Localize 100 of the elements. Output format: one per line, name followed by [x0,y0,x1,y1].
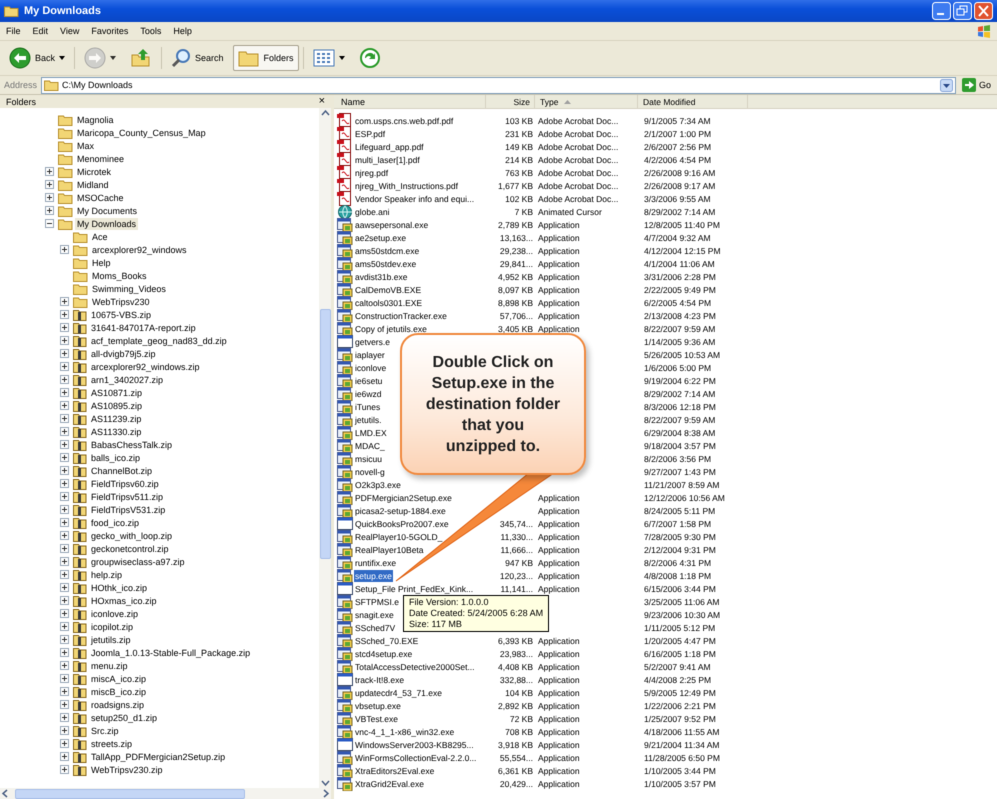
address-field[interactable]: C:\My Downloads [41,76,956,94]
tree-item[interactable]: Menominee [75,152,126,164]
expand-icon[interactable] [60,687,69,696]
tree-item[interactable]: HOthk_ico.zip [89,582,150,594]
file-name[interactable]: aawsepersonal.exe [354,218,430,230]
expand-icon[interactable] [60,713,69,722]
tree-item[interactable]: My Downloads [75,218,138,230]
column-header[interactable]: Name [337,95,486,108]
expand-icon[interactable] [60,414,69,423]
file-name[interactable]: vnc-4_1_1-x86_win32.exe [354,726,456,738]
tree-item[interactable]: 10675-VBS.zip [89,308,154,320]
tree-item[interactable]: MSOCache [75,192,126,204]
tree-item[interactable]: Moms_Books [90,270,149,282]
tree-item[interactable]: Max [75,140,96,152]
file-name[interactable]: caltools0301.EXE [354,296,424,308]
file-name[interactable]: multi_laser[1].pdf [354,154,421,166]
expand-icon[interactable] [60,531,69,540]
expand-icon[interactable] [60,466,69,475]
tree-item[interactable]: gecko_with_loop.zip [89,530,174,542]
file-name[interactable]: SSched7V [354,622,396,634]
tree-item[interactable]: BabasChessTalk.zip [89,438,174,450]
vertical-scrollbar[interactable] [319,108,331,788]
expand-icon[interactable] [60,726,69,735]
expand-icon[interactable] [60,674,69,683]
file-name[interactable]: getvers.e [354,336,391,348]
expand-icon[interactable] [60,401,69,410]
expand-icon[interactable] [60,297,69,306]
menu-item[interactable]: Edit [32,26,48,36]
file-name[interactable]: updatecdr4_53_71.exe [354,686,443,698]
file-name[interactable]: LMD.EX [354,426,388,438]
file-name[interactable]: TotalAccessDetective2000Set... [354,660,476,672]
tree-item[interactable]: Maricopa_County_Census_Map [75,126,208,138]
tree-item[interactable]: HOxmas_ico.zip [89,594,159,606]
expand-icon[interactable] [60,362,69,371]
expand-icon[interactable] [60,583,69,592]
tree-item[interactable]: food_ico.zip [89,516,142,528]
file-name[interactable]: picasa2-setup-1884.exe [354,504,447,516]
expand-icon[interactable] [45,180,54,189]
tree-item[interactable]: 31641-847017A-report.zip [89,322,198,334]
file-name[interactable]: ie6wzd [354,388,382,400]
file-name[interactable]: iTunes [354,400,382,412]
tree-item[interactable]: arcexplorer92_windows [90,244,189,256]
expand-icon[interactable] [60,544,69,553]
file-name[interactable]: XtraEditors2Eval.exe [354,764,436,776]
expand-icon[interactable] [60,323,69,332]
file-name[interactable]: ESP.pdf [354,128,386,140]
file-name[interactable]: track-It!8.exe [354,674,406,686]
expand-icon[interactable] [60,661,69,670]
file-name[interactable]: QuickBooksPro2007.exe [354,518,450,530]
file-name[interactable]: ie6setu [354,374,384,386]
file-name[interactable]: runtifix.exe [354,556,398,568]
tree-item[interactable]: AS11239.zip [89,412,144,424]
tree-item[interactable]: arn1_3402027.zip [89,374,166,386]
file-name[interactable]: ams50stdcm.exe [354,244,420,256]
file-name[interactable]: ConstructionTracker.exe [354,310,448,322]
file-name[interactable]: Copy of jetutils.exe [354,322,428,334]
expand-icon[interactable] [60,336,69,345]
expand-icon[interactable] [60,505,69,514]
file-name[interactable]: msicuu [354,452,383,464]
tree-item[interactable]: acf_template_geog_nad83_dd.zip [89,334,229,346]
horizontal-scrollbar[interactable] [0,788,331,799]
file-name[interactable]: njreg_With_Instructions.pdf [354,180,459,192]
tree-item[interactable]: Joomla_1.0.13-Stable-Full_Package.zip [89,646,252,658]
expand-icon[interactable] [60,427,69,436]
file-name[interactable]: setup.exe [354,570,393,582]
tree-item[interactable]: FieldTripsV531.zip [89,504,168,516]
tree-item[interactable]: WebTripsv230.zip [89,764,165,776]
tree-item[interactable]: Swimming_Videos [90,282,168,294]
expand-icon[interactable] [60,492,69,501]
dropdown-icon[interactable] [940,78,953,92]
file-name[interactable]: globe.ani [354,206,391,218]
expand-icon[interactable] [60,479,69,488]
tree-item[interactable]: geckonetcontrol.zip [89,542,171,554]
file-name[interactable]: O2k3p3.exe [354,478,402,490]
tree-item[interactable]: setup250_d1.zip [89,712,160,724]
back-button[interactable]: Back [4,45,70,71]
expand-icon[interactable] [45,193,54,202]
tree-item[interactable]: miscA_ico.zip [89,672,148,684]
expand-icon[interactable] [60,570,69,579]
expand-icon[interactable] [60,648,69,657]
file-name[interactable]: Setup_File Print_FedEx_Kink... [354,582,474,594]
collapse-icon[interactable] [45,219,54,228]
file-name[interactable]: SFTPMSI.e [354,596,400,608]
expand-icon[interactable] [45,206,54,215]
expand-icon[interactable] [60,349,69,358]
tree-item[interactable]: AS11330.zip [89,426,144,438]
menu-item[interactable]: View [60,26,80,36]
expand-icon[interactable] [60,622,69,631]
tree-item[interactable]: streets.zip [89,738,134,750]
expand-icon[interactable] [60,453,69,462]
expand-icon[interactable] [60,609,69,618]
menu-item[interactable]: File [6,26,21,36]
menu-item[interactable]: Tools [140,26,162,36]
expand-icon[interactable] [60,752,69,761]
minimize-icon[interactable] [932,2,951,20]
file-name[interactable]: WinFormsCollectionEval-2.2.0... [354,752,478,764]
expand-icon[interactable] [60,310,69,319]
menu-item[interactable]: Help [173,26,192,36]
tree-item[interactable]: AS10895.zip [89,400,144,412]
file-name[interactable]: RealPlayer10-5GOLD_ [354,530,444,542]
